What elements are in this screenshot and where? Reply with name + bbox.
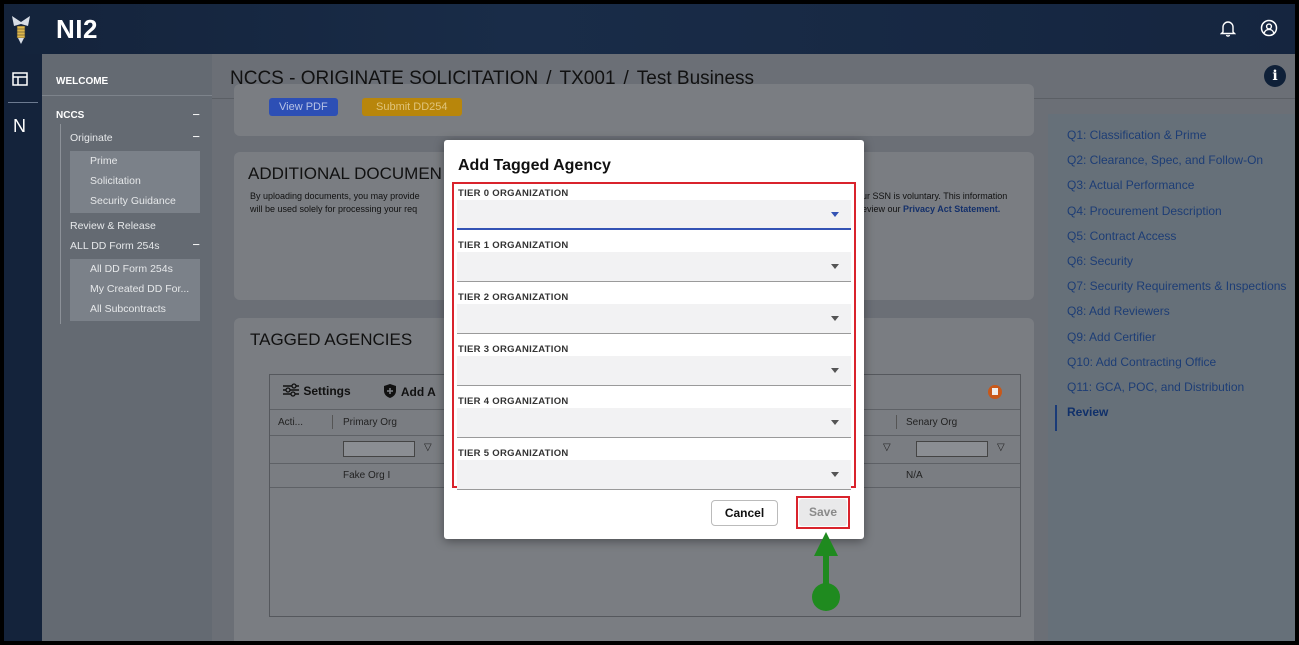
sidebar-item-welcome[interactable]: WELCOME <box>56 76 108 87</box>
bookmark-shape <box>992 388 998 395</box>
modal-title: Add Tagged Agency <box>458 157 611 174</box>
toc-item[interactable]: Q5: Contract Access <box>1067 229 1176 243</box>
row-primary-org: Fake Org I <box>343 470 391 481</box>
additional-docs-text-right: ur SSN is voluntary. This information ev… <box>862 190 1007 216</box>
bookmark-icon[interactable] <box>988 385 1002 399</box>
toc-item[interactable]: Q1: Classification & Prime <box>1067 128 1206 142</box>
submit-dd254-button[interactable]: Submit DD254 <box>362 98 462 116</box>
sidebar-item-security-guidance[interactable]: Security Guidance <box>90 195 176 207</box>
info-icon[interactable]: i <box>1264 65 1286 87</box>
settings-label: Settings <box>303 384 351 398</box>
tier-1-organization-select[interactable] <box>457 252 851 282</box>
sidebar-item-prime[interactable]: Prime <box>90 155 117 167</box>
toc-item[interactable]: Q9: Add Certifier <box>1067 330 1156 344</box>
nccs-icon[interactable]: N <box>13 116 26 137</box>
toc-item[interactable]: Q10: Add Contracting Office <box>1067 355 1216 369</box>
chevron-down-icon[interactable] <box>831 368 839 373</box>
add-agency-button[interactable]: Add A <box>382 383 436 399</box>
add-label: Add A <box>400 385 436 399</box>
tier-5-label: TIER 5 ORGANIZATION <box>458 448 569 459</box>
row-senary-org: N/A <box>906 470 923 481</box>
green-arrow-pointer <box>812 532 840 611</box>
agency-seal-icon <box>12 16 30 44</box>
sidebar-item-all-dd-forms[interactable]: All DD Form 254s <box>90 263 173 275</box>
left-rail: N <box>4 54 42 641</box>
tier-1-label: TIER 1 ORGANIZATION <box>458 240 569 251</box>
app-frame: NI2 N WELCOME NCCS − Originate − Prime S… <box>4 4 1295 641</box>
toc-item[interactable]: Q8: Add Reviewers <box>1067 304 1170 318</box>
sidebar-item-my-created[interactable]: My Created DD For... <box>90 283 189 295</box>
privacy-act-link[interactable]: Privacy Act Statement. <box>903 204 1000 214</box>
originate-group: Prime Solicitation Security Guidance <box>70 151 200 213</box>
filter-icon[interactable]: ▽ <box>997 442 1005 453</box>
sidebar-item-originate[interactable]: Originate <box>70 132 113 144</box>
dashboard-icon[interactable] <box>12 70 28 91</box>
column-sep <box>332 415 333 429</box>
toc-item[interactable]: Q2: Clearance, Spec, and Follow-On <box>1067 153 1263 167</box>
tier-5-organization-select[interactable] <box>457 460 851 490</box>
docs-text-line: By uploading documents, you may provide <box>250 191 420 201</box>
chevron-down-icon[interactable] <box>831 212 839 217</box>
senary-org-filter-input[interactable] <box>916 441 988 457</box>
chevron-down-icon[interactable] <box>831 316 839 321</box>
settings-sliders-icon <box>283 383 299 397</box>
view-pdf-button[interactable]: View PDF <box>269 98 338 116</box>
toc-item[interactable]: Review <box>1067 405 1108 419</box>
cancel-button[interactable]: Cancel <box>711 500 778 526</box>
column-header-actions[interactable]: Acti... <box>278 417 303 428</box>
toc-item[interactable]: Q3: Actual Performance <box>1067 178 1194 192</box>
collapse-originate-icon[interactable]: − <box>192 129 200 144</box>
shield-plus-icon <box>384 384 396 398</box>
sidebar-item-nccs[interactable]: NCCS <box>56 110 84 121</box>
tier-3-label: TIER 3 ORGANIZATION <box>458 344 569 355</box>
toc-active-indicator <box>1055 405 1057 431</box>
actions-card: View PDF Submit DD254 <box>234 84 1034 136</box>
sidebar-item-all-subcontracts[interactable]: All Subcontracts <box>90 303 166 315</box>
primary-org-filter-input[interactable] <box>343 441 415 457</box>
additional-documents-title: ADDITIONAL DOCUMEN <box>248 164 442 183</box>
chevron-down-icon[interactable] <box>831 420 839 425</box>
add-tagged-agency-modal: Add Tagged Agency TIER 0 ORGANIZATION TIE… <box>444 140 864 539</box>
tagged-agencies-title: TAGGED AGENCIES <box>250 330 413 349</box>
sidebar-item-solicitation[interactable]: Solicitation <box>90 175 141 187</box>
tier-3-organization-select[interactable] <box>457 356 851 386</box>
docs-text-line: ur SSN is voluntary. This information <box>862 191 1008 201</box>
docs-text-line: eview our <box>862 204 904 214</box>
collapse-dd-icon[interactable]: − <box>192 237 200 252</box>
dd-form-group: All DD Form 254s My Created DD For... Al… <box>70 259 200 321</box>
top-bar: NI2 <box>4 4 1295 54</box>
toc-item[interactable]: Q11: GCA, POC, and Distribution <box>1067 380 1244 394</box>
tier-4-label: TIER 4 ORGANIZATION <box>458 396 569 407</box>
tree-line <box>60 124 61 324</box>
column-header-primary[interactable]: Primary Org <box>343 417 397 428</box>
filter-icon[interactable]: ▽ <box>424 442 432 453</box>
toc-item[interactable]: Q7: Security Requirements & Inspections <box>1067 279 1286 293</box>
toc-item[interactable]: Q6: Security <box>1067 254 1133 268</box>
filter-icon[interactable]: ▽ <box>883 442 891 453</box>
column-sep <box>896 415 897 429</box>
toc-item[interactable]: Q4: Procurement Description <box>1067 204 1222 218</box>
docs-text-line: will be used solely for processing your … <box>250 204 418 214</box>
app-title: NI2 <box>56 14 98 44</box>
additional-docs-text-left: By uploading documents, you may provide … <box>250 190 420 216</box>
question-toc: Q1: Classification & Prime Q2: Clearance,… <box>1048 114 1295 641</box>
account-icon[interactable] <box>1260 19 1278 41</box>
chevron-down-icon[interactable] <box>831 472 839 477</box>
chevron-down-icon[interactable] <box>831 264 839 269</box>
sidebar-item-review-release[interactable]: Review & Release <box>70 220 156 232</box>
sidebar-divider <box>42 95 212 96</box>
tier-0-organization-select[interactable] <box>457 200 851 230</box>
grid-settings[interactable]: Settings <box>282 383 351 398</box>
sidebar: WELCOME NCCS − Originate − Prime Solicit… <box>42 54 212 641</box>
save-button[interactable]: Save <box>799 499 847 526</box>
collapse-nccs-icon[interactable]: − <box>192 107 200 122</box>
tier-4-organization-select[interactable] <box>457 408 851 438</box>
tier-0-label: TIER 0 ORGANIZATION <box>458 188 569 199</box>
rail-divider <box>8 102 38 103</box>
column-header-senary[interactable]: Senary Org <box>906 417 957 428</box>
bell-icon[interactable] <box>1219 19 1237 41</box>
sidebar-item-all-dd-254s[interactable]: ALL DD Form 254s <box>70 240 159 252</box>
tier-2-organization-select[interactable] <box>457 304 851 334</box>
tier-2-label: TIER 2 ORGANIZATION <box>458 292 569 303</box>
